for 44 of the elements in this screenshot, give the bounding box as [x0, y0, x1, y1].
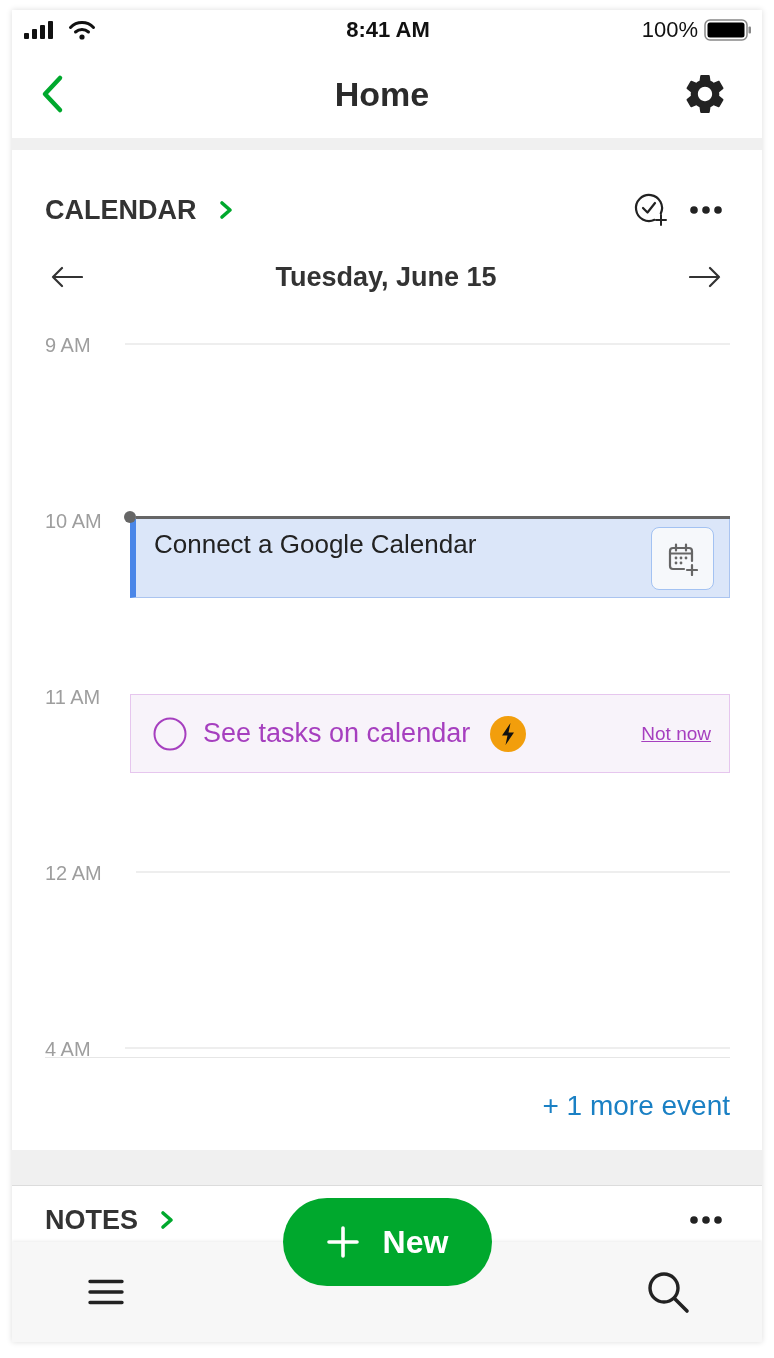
- chevron-right-icon: [218, 200, 233, 220]
- back-button[interactable]: [40, 74, 64, 114]
- hour-label: 9 AM: [45, 334, 91, 356]
- calendar-plus-icon: [667, 541, 698, 576]
- check-circle-plus-icon: [634, 193, 668, 227]
- hour-label: 4 AM: [45, 1038, 91, 1057]
- search-icon: [646, 1270, 690, 1314]
- more-icon: [690, 206, 722, 214]
- menu-icon: [88, 1279, 124, 1305]
- lightning-badge-icon: [490, 715, 527, 752]
- previous-day-button[interactable]: [51, 266, 83, 288]
- event-block[interactable]: Connect a Google Calendar: [130, 518, 730, 598]
- battery-icon: [704, 19, 752, 41]
- wifi-icon: [68, 20, 96, 40]
- not-now-link[interactable]: Not now: [641, 722, 711, 745]
- chevron-right-icon: [160, 1210, 174, 1230]
- task-title: See tasks on calendar: [203, 718, 471, 749]
- more-icon: [690, 1216, 722, 1224]
- more-events-link[interactable]: + 1 more event: [542, 1089, 730, 1123]
- more-button[interactable]: [690, 206, 722, 214]
- settings-icon: [686, 74, 724, 114]
- notes-title-link[interactable]: NOTES: [45, 1203, 174, 1237]
- page-title: Home: [334, 74, 430, 114]
- hour-label: 12 AM: [45, 862, 102, 884]
- signal-icon: [24, 21, 53, 39]
- task-checkbox-icon[interactable]: [153, 716, 187, 751]
- date-heading: Tuesday, June 15: [275, 261, 497, 293]
- chevron-left-icon: [40, 74, 64, 114]
- hour-label: 11 AM: [45, 686, 101, 708]
- settings-button[interactable]: [686, 74, 724, 114]
- battery-percentage: 100%: [641, 17, 698, 43]
- add-task-button[interactable]: [634, 193, 668, 227]
- status-time: 8:41 AM: [346, 17, 430, 43]
- hour-label: 10 AM: [45, 510, 102, 532]
- more-button[interactable]: [690, 1216, 722, 1224]
- next-day-button[interactable]: [689, 266, 721, 288]
- event-title: Connect a Google Calendar: [154, 528, 477, 561]
- arrow-left-icon: [51, 266, 83, 288]
- calendar-title-link[interactable]: CALENDAR: [45, 193, 233, 227]
- menu-button[interactable]: [88, 1279, 124, 1305]
- search-button[interactable]: [646, 1270, 690, 1314]
- add-calendar-button[interactable]: [651, 527, 714, 590]
- arrow-right-icon: [689, 266, 721, 288]
- plus-icon: [326, 1226, 359, 1258]
